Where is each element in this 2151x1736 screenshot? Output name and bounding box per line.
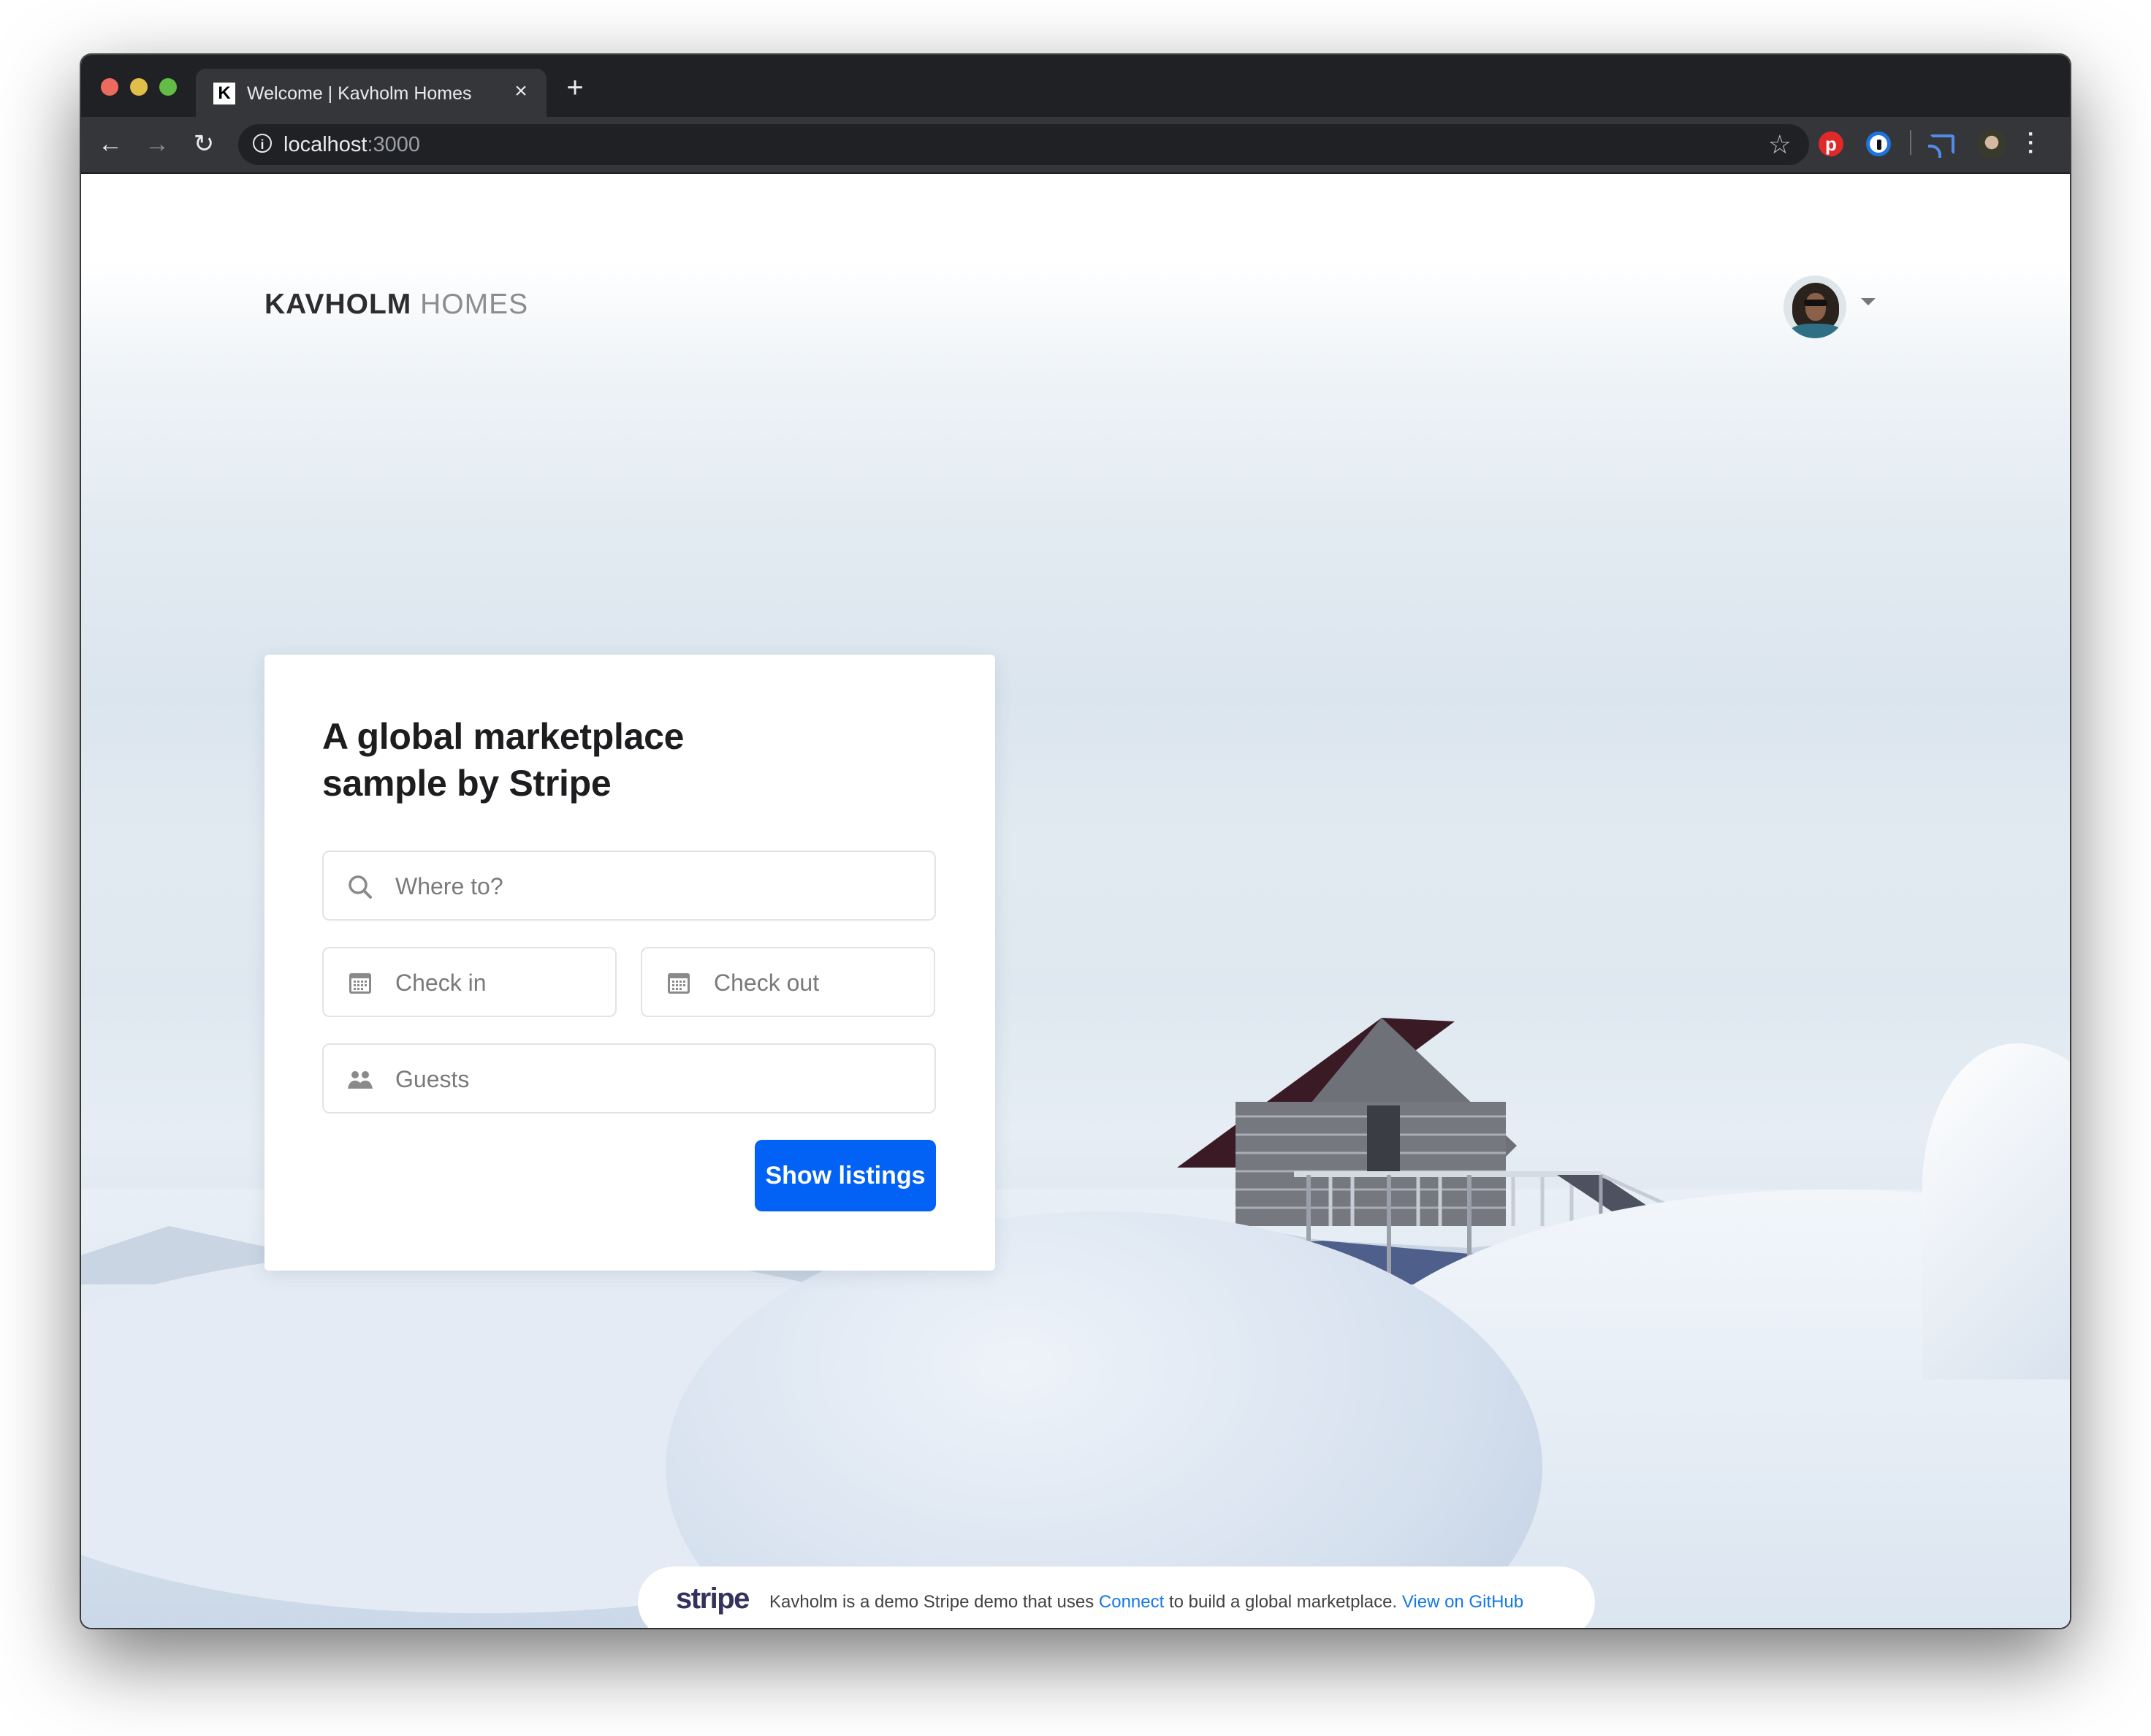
- logo-primary-text: KAVHOLM: [264, 289, 412, 320]
- favicon-icon: K: [213, 83, 235, 104]
- chevron-down-icon[interactable]: [1861, 298, 1876, 305]
- close-tab-icon[interactable]: ×: [509, 79, 533, 104]
- new-tab-button[interactable]: +: [560, 73, 590, 103]
- tab-strip: K Welcome | Kavholm Homes × +: [81, 55, 2070, 117]
- stripe-logo[interactable]: stripe: [676, 1583, 750, 1615]
- footer-text-before: Kavholm is a demo Stripe demo that uses: [769, 1592, 1099, 1612]
- url-host: localhost: [283, 133, 368, 156]
- footer-text-after: to build a global marketplace.: [1164, 1592, 1402, 1612]
- browser-tab[interactable]: K Welcome | Kavholm Homes ×: [196, 69, 547, 117]
- minimize-window-button[interactable]: [130, 78, 148, 96]
- user-avatar[interactable]: [1783, 275, 1846, 338]
- destination-input[interactable]: [394, 852, 927, 921]
- demo-footer-banner: stripe Kavholm is a demo Stripe demo tha…: [638, 1566, 1595, 1628]
- github-link[interactable]: View on GitHub: [1402, 1592, 1523, 1612]
- check-out-field[interactable]: [641, 947, 935, 1017]
- title-line-1: A global marketplace: [322, 716, 685, 757]
- search-icon: [349, 875, 372, 899]
- toolbar-divider: [1910, 130, 1911, 155]
- footer-text: Kavholm is a demo Stripe demo that uses …: [769, 1591, 1523, 1614]
- site-logo[interactable]: KAVHOLM HOMES: [264, 289, 528, 321]
- page-title: A global marketplace sample by Stripe: [322, 713, 834, 807]
- url-port: :3000: [367, 133, 421, 156]
- calendar-icon: [349, 973, 371, 994]
- calendar-icon: [668, 973, 690, 994]
- back-button[interactable]: ←: [94, 128, 126, 160]
- forward-button[interactable]: →: [141, 128, 173, 160]
- destination-field[interactable]: [322, 850, 936, 921]
- browser-menu-icon[interactable]: · · ·: [2027, 123, 2036, 163]
- browser-toolbar: ← → ↻ i localhost:3000 ☆ p · · ·: [81, 117, 2070, 174]
- search-card: A global marketplace sample by Stripe Wh…: [264, 655, 995, 1271]
- check-in-input[interactable]: [394, 948, 608, 1017]
- pinterest-icon[interactable]: p: [1819, 132, 1843, 156]
- guests-input[interactable]: [394, 1045, 927, 1113]
- reload-button[interactable]: ↻: [188, 128, 220, 160]
- title-line-2: sample by Stripe: [322, 763, 612, 804]
- guests-field[interactable]: [322, 1043, 936, 1113]
- url-text[interactable]: localhost:3000: [283, 131, 420, 159]
- close-window-button[interactable]: [101, 78, 118, 96]
- 1password-icon[interactable]: [1866, 132, 1891, 156]
- show-listings-button[interactable]: Show listings: [755, 1140, 936, 1211]
- guests-icon: [348, 1071, 373, 1089]
- maximize-window-button[interactable]: [159, 78, 177, 96]
- check-in-field[interactable]: [322, 947, 617, 1017]
- logo-secondary-text: HOMES: [420, 289, 529, 320]
- browser-window: K Welcome | Kavholm Homes × + ← → ↻ i lo…: [81, 55, 2070, 1628]
- site-info-icon[interactable]: i: [253, 134, 272, 153]
- page-content: KAVHOLM HOMES A global marketplace sampl…: [81, 174, 2070, 1628]
- connect-link[interactable]: Connect: [1099, 1592, 1164, 1612]
- bookmark-star-icon[interactable]: ☆: [1768, 129, 1792, 160]
- browser-profile-avatar[interactable]: [1977, 129, 2006, 159]
- cast-icon[interactable]: [1928, 134, 1954, 158]
- address-bar[interactable]: i localhost:3000 ☆: [238, 124, 1809, 165]
- snow-drift: [1922, 1043, 2070, 1379]
- check-out-input[interactable]: [712, 948, 926, 1017]
- tab-title: Welcome | Kavholm Homes: [247, 83, 472, 104]
